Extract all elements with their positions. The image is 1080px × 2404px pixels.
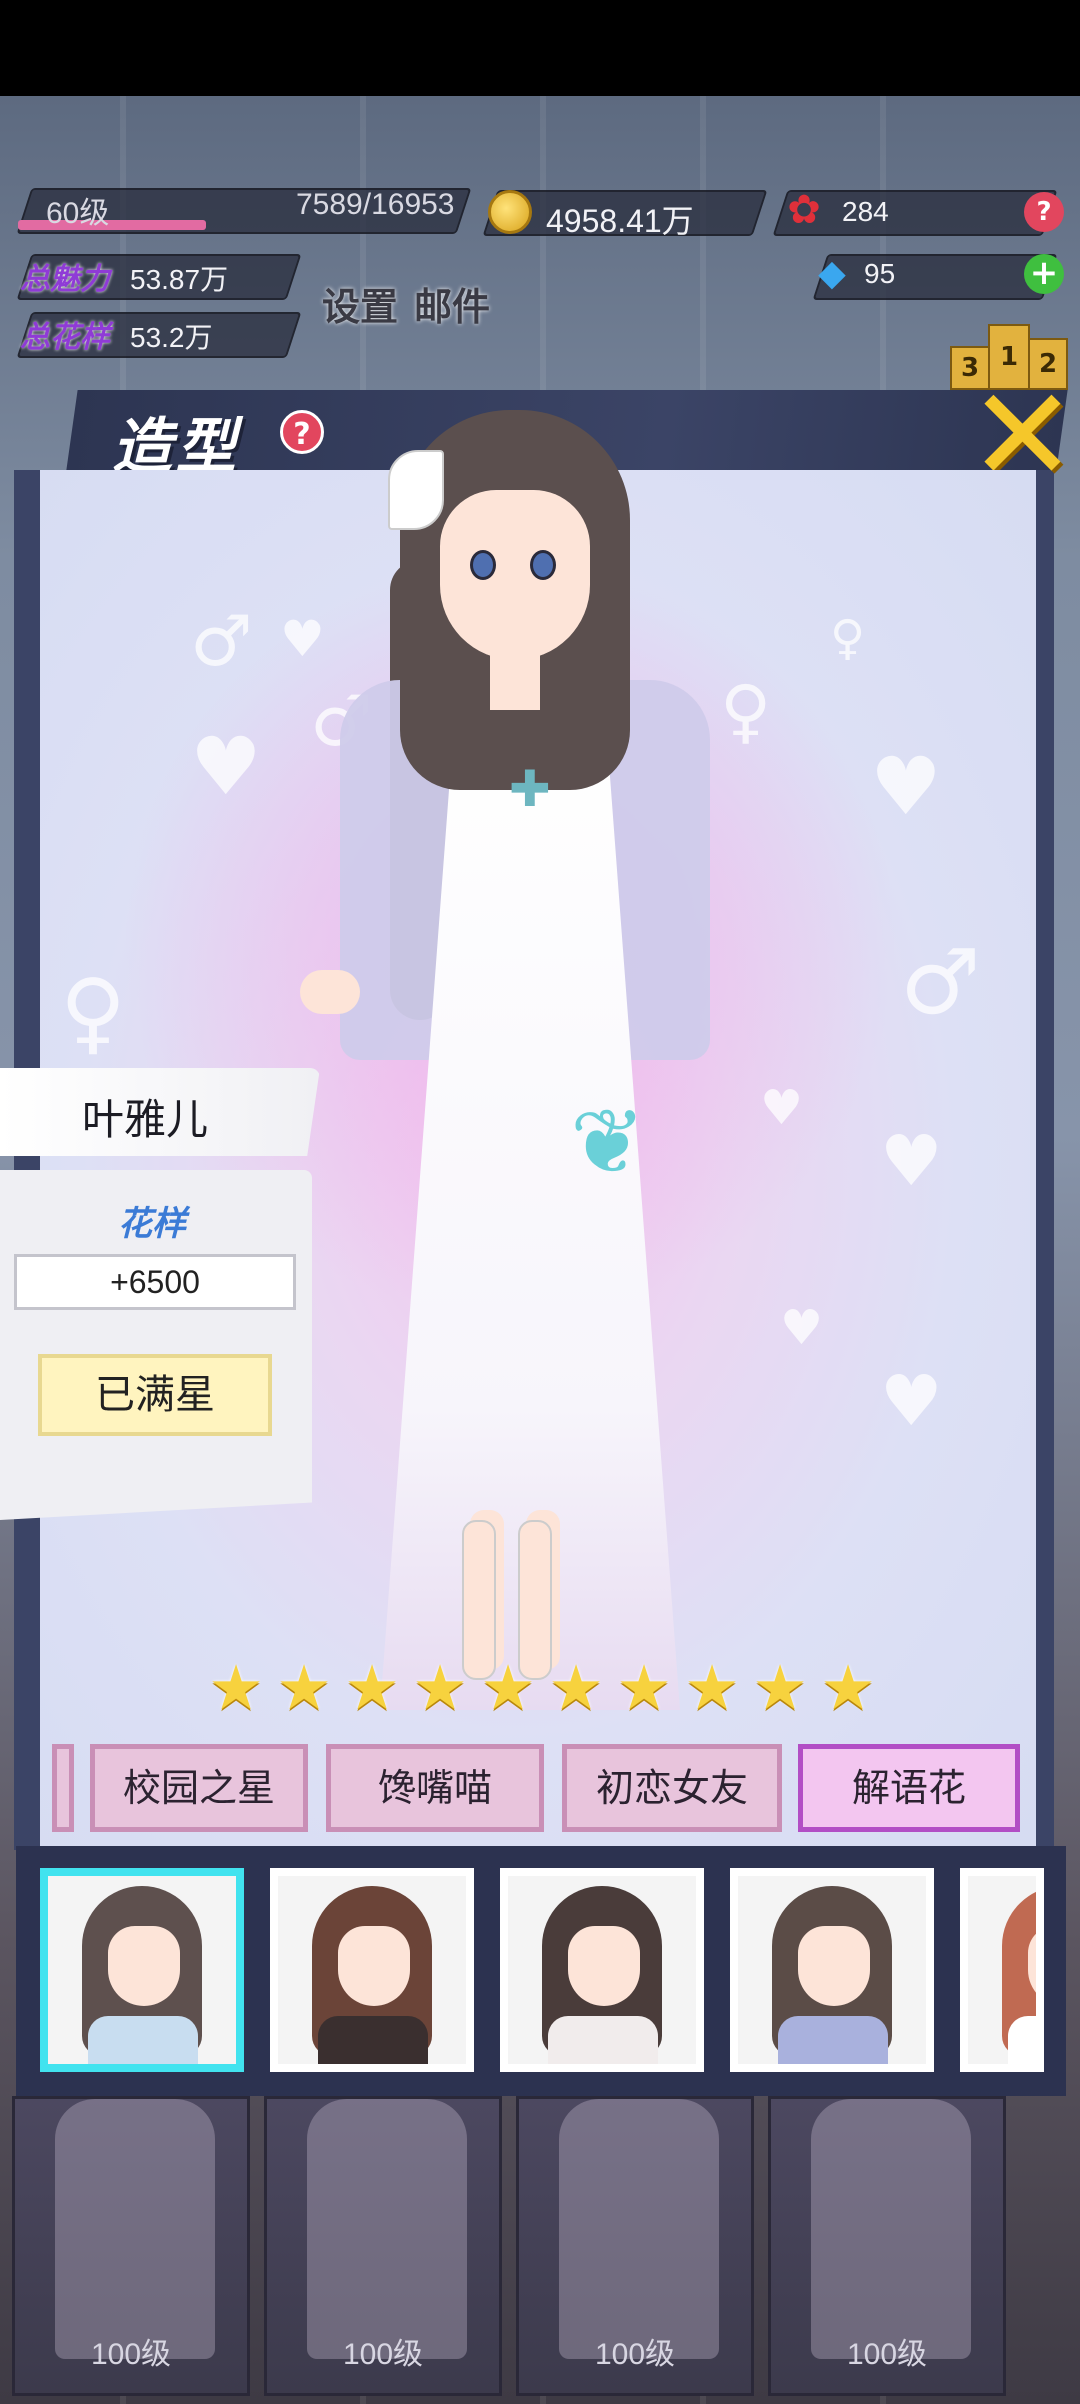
male-symbol-deco-3: ♂	[900, 930, 981, 1035]
max-stars-button[interactable]: 已满星	[38, 1354, 272, 1436]
character-thumbnail[interactable]	[40, 1868, 244, 2072]
female-symbol-deco-2: ♀	[830, 610, 866, 666]
heart-deco-4: ♥	[760, 1080, 804, 1136]
star-icon: ★	[752, 1651, 808, 1724]
star-rating: ★ ★ ★ ★ ★ ★ ★ ★ ★ ★	[208, 1651, 876, 1730]
total-pattern-value: 53.2万	[130, 322, 213, 353]
card-level: 100级	[90, 2338, 172, 2371]
rose-icon: ✿	[787, 187, 821, 233]
character-card-4[interactable]: 100级	[768, 2096, 1006, 2396]
settings-button[interactable]: 设置	[322, 276, 398, 331]
level-text: 60级	[46, 197, 110, 230]
heart-deco-5: ♥	[880, 1120, 943, 1202]
character-thumbnail[interactable]	[960, 1868, 1044, 2072]
star-icon: ★	[548, 1651, 604, 1724]
add-gem-button[interactable]: +	[1024, 254, 1064, 294]
card-level: 100级	[594, 2338, 676, 2371]
outfit-tab-first-love[interactable]: 初恋女友	[562, 1744, 782, 1832]
outfit-tab-partial[interactable]	[52, 1744, 74, 1832]
gem-value: 95	[864, 258, 896, 289]
outfit-tab-jieyuhua[interactable]: 解语花	[798, 1744, 1020, 1832]
heart-deco-6: ♥	[780, 1300, 824, 1356]
mail-button[interactable]: 邮件	[414, 276, 490, 331]
character-card-3[interactable]: 100级	[516, 2096, 754, 2396]
character-thumbnail[interactable]	[730, 1868, 934, 2072]
status-bar	[0, 0, 1080, 96]
character-name: 叶雅儿	[82, 1095, 209, 1144]
outfit-tab-campus-star[interactable]: 校园之星	[90, 1744, 308, 1832]
total-charm-value: 53.87万	[130, 264, 229, 295]
gold-value: 4958.41万	[546, 203, 694, 239]
character-thumbnail[interactable]	[270, 1868, 474, 2072]
rose-help-icon[interactable]: ?	[1024, 192, 1064, 232]
character-card-1[interactable]: 100级	[12, 2096, 250, 2396]
pattern-value: +6500	[14, 1254, 296, 1310]
star-icon: ★	[684, 1651, 740, 1724]
card-level: 100级	[846, 2338, 928, 2371]
gold-coin-icon	[488, 190, 532, 234]
card-level: 100级	[342, 2338, 424, 2371]
female-symbol-deco-3: ♀	[60, 960, 126, 1065]
outfit-tab-greedy-cat[interactable]: 馋嘴喵	[326, 1744, 544, 1832]
character-card-2[interactable]: 100级	[264, 2096, 502, 2396]
star-icon: ★	[208, 1651, 264, 1724]
star-icon: ★	[412, 1651, 468, 1724]
star-icon: ★	[344, 1651, 400, 1724]
character-thumbnail[interactable]	[500, 1868, 704, 2072]
gem-icon: ◆	[818, 253, 846, 294]
star-icon: ★	[480, 1651, 536, 1724]
total-pattern-label: 总花样	[20, 320, 110, 355]
heart-deco-7: ♥	[880, 1360, 943, 1442]
heart-deco-2: ♥	[190, 720, 262, 813]
exp-text: 7589/16953	[296, 188, 455, 221]
total-charm-label: 总魅力	[20, 262, 110, 297]
star-icon: ★	[276, 1651, 332, 1724]
character-illustration: ✚ ❦	[300, 410, 760, 1710]
heart-deco-3: ♥	[870, 740, 942, 833]
star-icon: ★	[820, 1651, 876, 1724]
butterfly-icon: ❦	[570, 1090, 646, 1195]
rose-value: 284	[842, 196, 889, 227]
star-icon: ★	[616, 1651, 672, 1724]
male-symbol-deco: ♂	[190, 600, 253, 682]
pattern-label: 花样	[118, 1204, 186, 1244]
